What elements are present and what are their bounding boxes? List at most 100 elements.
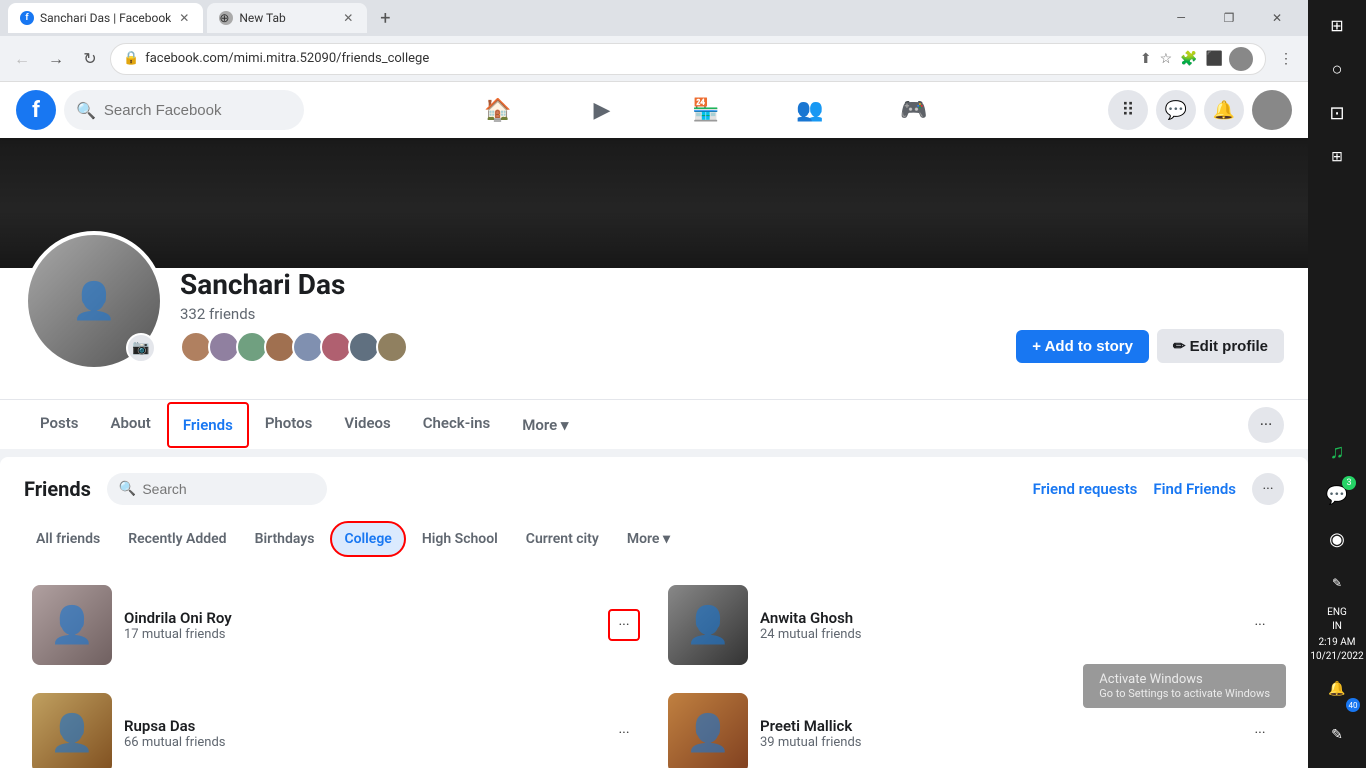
favicon-fb: f [20,11,34,25]
profile-nav-photos[interactable]: Photos [249,400,329,449]
nav-marketplace[interactable]: 🏪 [656,86,756,134]
taskbar-whatsapp-icon[interactable]: 💬 3 [1316,474,1358,516]
tab-newtab[interactable]: ⊕ New Tab ✕ [207,3,367,33]
edit-profile-button[interactable]: ✏ Edit profile [1157,329,1284,363]
friend-card-oindrila[interactable]: 👤 Oindrila Oni Roy 17 mutual friends ··· [24,577,648,673]
extension-icon[interactable]: 🧩 [1178,49,1199,69]
share-icon[interactable]: ⬆ [1138,49,1154,69]
profile-nav-checkins[interactable]: Check-ins [407,400,506,449]
friend-card-preeti[interactable]: 👤 Preeti Mallick 39 mutual friends ··· [660,685,1284,768]
maximize-button[interactable]: ❐ [1206,3,1252,33]
friend-avatar-anwita: 👤 [668,585,748,665]
friend-name-oindrila: Oindrila Oni Roy [124,609,640,627]
friend-name-anwita: Anwita Ghosh [760,609,1276,627]
fb-user-avatar[interactable] [1252,90,1292,130]
profile-nav-about[interactable]: About [94,400,166,449]
fb-search-bar[interactable]: 🔍 [64,90,304,130]
filter-current-city[interactable]: Current city [514,523,611,555]
friend-dots-anwita[interactable]: ··· [1244,609,1276,641]
profile-nav-dots[interactable]: ··· [1248,407,1284,443]
bookmark-icon[interactable]: ☆ [1158,49,1175,69]
taskbar-spotify-icon[interactable]: ♫ [1316,430,1358,472]
tab-newtab-label: New Tab [239,11,335,25]
friend-dots-preeti[interactable]: ··· [1244,717,1276,749]
tab-facebook-close[interactable]: ✕ [177,9,191,27]
profile-avatar-wrap: 👤 📷 [24,231,164,371]
url-text: facebook.com/mimi.mitra.52090/friends_co… [145,51,1132,66]
filter-high-school[interactable]: High School [410,523,510,555]
friends-grid: 👤 Oindrila Oni Roy 17 mutual friends ···… [24,577,1284,768]
profile-actions: + Add to story ✏ Edit profile [1016,329,1284,371]
friends-search-bar[interactable]: 🔍 [107,473,327,505]
friend-info-oindrila: Oindrila Oni Roy 17 mutual friends [124,609,640,642]
filter-birthdays[interactable]: Birthdays [243,523,327,555]
filter-more[interactable]: More ▾ [615,523,682,555]
nav-gaming[interactable]: 🎮 [864,86,964,134]
friend-requests-link[interactable]: Friend requests [1033,480,1138,498]
filter-recently-added[interactable]: Recently Added [116,523,238,555]
friend-avatar-preeti: 👤 [668,693,748,768]
profile-nav-friends[interactable]: Friends [167,402,249,448]
favicon-newtab: ⊕ [219,11,233,25]
add-to-story-button[interactable]: + Add to story [1016,330,1149,363]
taskbar-keyboard-icon[interactable]: ✎ [1316,562,1358,604]
friend-name-rupsa: Rupsa Das [124,717,640,735]
fb-search-icon: 🔍 [76,101,96,120]
fb-header-right: ⠿ 💬 🔔 [1108,90,1292,130]
avatar-camera-icon[interactable]: 📷 [126,333,156,363]
minimize-button[interactable]: — [1158,3,1204,33]
friend-avatar-8 [376,331,408,363]
close-button[interactable]: ✕ [1254,3,1300,33]
taskbar-search-icon[interactable]: ○ [1316,48,1358,90]
profile-nav-more[interactable]: More ▾ [506,402,584,448]
taskbar-snap-icon[interactable]: ⊞ [1316,136,1358,178]
address-bar: ← → ↻ 🔒 facebook.com/mimi.mitra.52090/fr… [0,36,1308,82]
taskbar-chrome-icon[interactable]: ◉ [1316,518,1358,560]
new-tab-button[interactable]: + [371,4,399,32]
fb-header: f 🔍 🏠 ▶ 🏪 👥 🎮 ⠿ 💬 🔔 [0,82,1308,138]
filter-college[interactable]: College [330,521,405,557]
taskbar-windows-icon[interactable]: ⊞ [1316,4,1358,46]
fb-messenger-icon[interactable]: 💬 [1156,90,1196,130]
profile-nav-videos[interactable]: Videos [328,400,406,449]
find-friends-link[interactable]: Find Friends [1153,480,1236,498]
nav-groups[interactable]: 👥 [760,86,860,134]
profile-friends-count: 332 friends [180,305,1000,323]
back-button[interactable]: ← [8,45,36,73]
more-menu-button[interactable]: ⋮ [1272,45,1300,73]
friends-search-input[interactable] [142,481,315,497]
taskbar-notifications[interactable]: 🔔 40 [1316,668,1358,710]
friend-dots-rupsa[interactable]: ··· [608,717,640,749]
tab-facebook[interactable]: f Sanchari Das | Facebook ✕ [8,3,203,33]
tab-newtab-close[interactable]: ✕ [341,9,355,27]
friend-dots-oindrila[interactable]: ··· [608,609,640,641]
profile-pic-small[interactable] [1229,47,1253,71]
reload-button[interactable]: ↻ [76,45,104,73]
friend-avatars-row [180,331,1000,363]
friend-avatar-rupsa: 👤 [32,693,112,768]
friend-mutual-anwita: 24 mutual friends [760,627,1276,642]
profile-nav-posts[interactable]: Posts [24,400,94,449]
friend-info-rupsa: Rupsa Das 66 mutual friends [124,717,640,750]
profile-name: Sanchari Das [180,268,1000,301]
fb-logo[interactable]: f [16,90,56,130]
browser-window: f Sanchari Das | Facebook ✕ ⊕ New Tab ✕ … [0,0,1308,768]
friend-card-anwita[interactable]: 👤 Anwita Ghosh 24 mutual friends ··· [660,577,1284,673]
cover-area: 👤 📷 Sanchari Das 332 friends [0,138,1308,449]
fb-grid-icon[interactable]: ⠿ [1108,90,1148,130]
friends-section-dots[interactable]: ··· [1252,473,1284,505]
screen-icon[interactable]: ⬛ [1204,49,1225,69]
nav-watch[interactable]: ▶ [552,86,652,134]
filter-all-friends[interactable]: All friends [24,523,112,555]
fb-search-input[interactable] [104,102,292,119]
friend-card-rupsa[interactable]: 👤 Rupsa Das 66 mutual friends ··· [24,685,648,768]
taskbar-taskview-icon[interactable]: ⊡ [1316,92,1358,134]
nav-home[interactable]: 🏠 [448,86,548,134]
url-bar[interactable]: 🔒 facebook.com/mimi.mitra.52090/friends_… [110,43,1266,75]
profile-info-area: 👤 📷 Sanchari Das 332 friends [0,268,1308,399]
fb-nav: 🏠 ▶ 🏪 👥 🎮 [312,86,1100,134]
friend-mutual-oindrila: 17 mutual friends [124,627,640,642]
taskbar-edit-icon[interactable]: ✎ [1316,714,1358,756]
fb-notifications-icon[interactable]: 🔔 [1204,90,1244,130]
forward-button[interactable]: → [42,45,70,73]
